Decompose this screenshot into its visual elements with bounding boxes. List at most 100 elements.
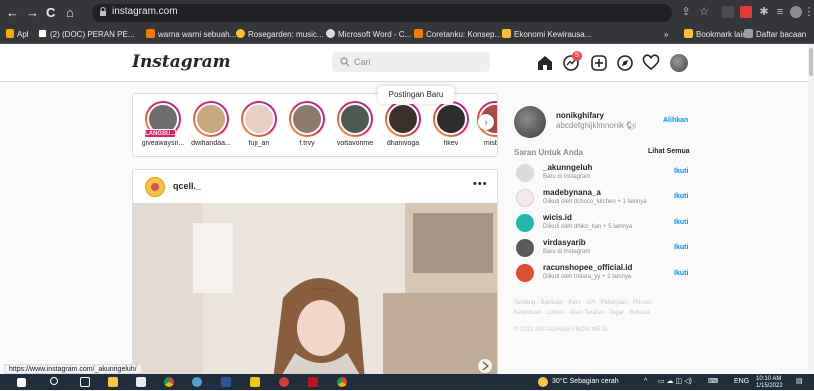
follow-button[interactable]: Ikuti <box>674 219 688 226</box>
apps-label: Apl <box>17 30 29 39</box>
story-item[interactable]: dwihandaa... <box>187 101 235 147</box>
bookmark-item[interactable]: warna warni sebuah... <box>146 29 236 41</box>
forward-icon[interactable]: → <box>26 5 39 21</box>
app-icon[interactable] <box>192 377 202 387</box>
suggestion-avatar[interactable] <box>516 239 534 257</box>
new-post-icon[interactable] <box>590 54 608 72</box>
suggestion-avatar[interactable] <box>516 214 534 232</box>
weather-icon[interactable] <box>538 377 548 387</box>
suggestion-username[interactable]: madebynana_a <box>543 188 601 197</box>
profile-avatar-icon[interactable] <box>790 6 802 18</box>
blogger-icon <box>146 29 155 38</box>
post-image[interactable] <box>133 203 497 378</box>
suggestion-username[interactable]: _akunngeluh <box>543 163 592 172</box>
app-icon[interactable] <box>308 377 318 387</box>
bookmark-item[interactable]: Microsoft Word - C... <box>326 29 411 41</box>
suggestion-avatar[interactable] <box>516 264 534 282</box>
explore-icon[interactable] <box>616 54 634 72</box>
search-icon[interactable] <box>50 377 58 385</box>
address-bar[interactable]: instagram.com <box>92 4 672 22</box>
profile-username[interactable]: nonikghifary <box>556 111 604 120</box>
suggestion-reason: Diikuti oleh tridara_yy + 2 lainnya <box>543 274 632 280</box>
bookmark-item[interactable]: (2) (DOC) PERAN PE... <box>38 29 134 41</box>
heart-icon[interactable] <box>642 54 660 72</box>
suggestion-username[interactable]: virdasyarib <box>543 238 586 247</box>
app-icon[interactable] <box>279 377 289 387</box>
post-more-icon[interactable]: ••• <box>473 178 488 190</box>
story-username: dwihandaa... <box>191 140 231 147</box>
post-photo <box>133 203 497 378</box>
bookmark-star-icon[interactable]: ☆ <box>698 6 710 18</box>
post-avatar[interactable] <box>145 177 165 197</box>
reading-list[interactable]: Daftar bacaan <box>744 29 806 41</box>
language-indicator[interactable]: ENG <box>734 377 749 387</box>
bookmark-item[interactable]: Ekonomi Kewirausa... <box>502 29 591 41</box>
story-item[interactable]: dhanivoga <box>379 101 427 147</box>
tray-icons[interactable]: ▭ ☁ ◫ ◁) <box>658 377 692 387</box>
other-bookmarks-label: Bookmark lain <box>696 30 747 39</box>
follow-button[interactable]: Ikuti <box>674 193 688 200</box>
switch-account-link[interactable]: Alihkan <box>663 117 688 124</box>
status-bar-url: https://www.instagram.com/_akunngeluh/ <box>4 364 142 374</box>
post-username[interactable]: qcell._ <box>173 181 201 191</box>
profile-avatar-icon[interactable] <box>670 54 688 72</box>
suggestion-avatar[interactable] <box>516 164 534 182</box>
weather-text[interactable]: 30°C Sebagian cerah <box>552 377 619 387</box>
suggestion-username[interactable]: racunshopee_official.id <box>543 263 632 272</box>
scrollbar[interactable] <box>808 44 814 370</box>
keyboard-icon[interactable]: ⌨ <box>708 377 718 387</box>
folder-icon <box>502 29 511 38</box>
start-windows-icon[interactable] <box>17 378 26 387</box>
story-item[interactable]: fuji_an <box>235 101 283 147</box>
bookmark-item[interactable]: Rosegarden: music... <box>236 29 324 41</box>
more-bookmarks[interactable]: » <box>664 29 668 41</box>
story-username: fikev <box>443 140 459 147</box>
puzzle-icon[interactable]: ✱ <box>758 6 770 18</box>
story-item[interactable]: fikev <box>427 101 475 147</box>
suggestion-reason: Baru di Instagram <box>543 249 591 255</box>
chrome-icon[interactable] <box>337 377 347 387</box>
story-avatar <box>195 103 227 135</box>
windows-taskbar: 30°C Sebagian cerah ^ ▭ ☁ ◫ ◁) ⌨ ENG 10:… <box>0 374 814 390</box>
follow-button[interactable]: Ikuti <box>674 270 688 277</box>
task-view-icon[interactable] <box>80 377 90 387</box>
menu-kebab-icon[interactable]: ⋮ <box>803 6 814 18</box>
extension-red-icon[interactable] <box>740 6 752 18</box>
home-icon[interactable]: ⌂ <box>66 5 74 21</box>
file-explorer-icon[interactable] <box>108 377 118 387</box>
reading-list-icon[interactable]: ≡ <box>774 6 786 18</box>
stories-next-button[interactable]: › <box>478 114 494 130</box>
suggestion-username[interactable]: wicis.id <box>543 213 572 222</box>
apps-bookmark[interactable]: Apl <box>6 29 29 41</box>
suggestion-avatar[interactable] <box>516 189 534 207</box>
other-bookmarks[interactable]: Bookmark lain <box>684 29 747 41</box>
follow-button[interactable]: Ikuti <box>674 168 688 175</box>
share-icon[interactable]: ⇪ <box>680 6 692 18</box>
footer-links[interactable]: Tentang · Bantuan · Pers · API · Pekerja… <box>514 300 655 306</box>
app-icon[interactable] <box>250 377 260 387</box>
word-icon[interactable] <box>221 377 231 387</box>
tray-chevron-icon[interactable]: ^ <box>644 377 647 387</box>
chrome-icon[interactable] <box>164 377 174 387</box>
bookmark-label: warna warni sebuah... <box>158 30 237 39</box>
notification-center-icon[interactable]: ▤ <box>796 377 803 387</box>
see-all-link[interactable]: Lihat Semua <box>648 148 690 155</box>
story-item[interactable]: giveawaysri... <box>139 101 187 147</box>
suggestion-reason: Baru di Instagram <box>543 174 591 180</box>
new-posts-tooltip[interactable]: Postingan Baru <box>378 86 454 104</box>
extension-icon[interactable] <box>722 6 734 18</box>
scrollbar-thumb[interactable] <box>809 48 813 76</box>
reading-list-icon <box>744 29 753 38</box>
store-icon[interactable] <box>136 377 146 387</box>
footer-links[interactable]: Ketentuan · Lokasi · Akun Teratas · Taga… <box>514 310 650 316</box>
follow-button[interactable]: Ikuti <box>674 244 688 251</box>
search-input[interactable]: Cari <box>332 52 490 72</box>
reload-icon[interactable]: C <box>46 5 55 21</box>
home-icon[interactable] <box>536 54 554 72</box>
bookmark-item[interactable]: Coretanku: Konsep... <box>414 29 501 41</box>
back-icon[interactable]: ← <box>6 5 19 21</box>
story-item[interactable]: vottavorime <box>331 101 379 147</box>
instagram-logo[interactable]: Instagram <box>132 52 231 72</box>
story-item[interactable]: f.trvy <box>283 101 331 147</box>
profile-avatar[interactable] <box>514 106 546 138</box>
